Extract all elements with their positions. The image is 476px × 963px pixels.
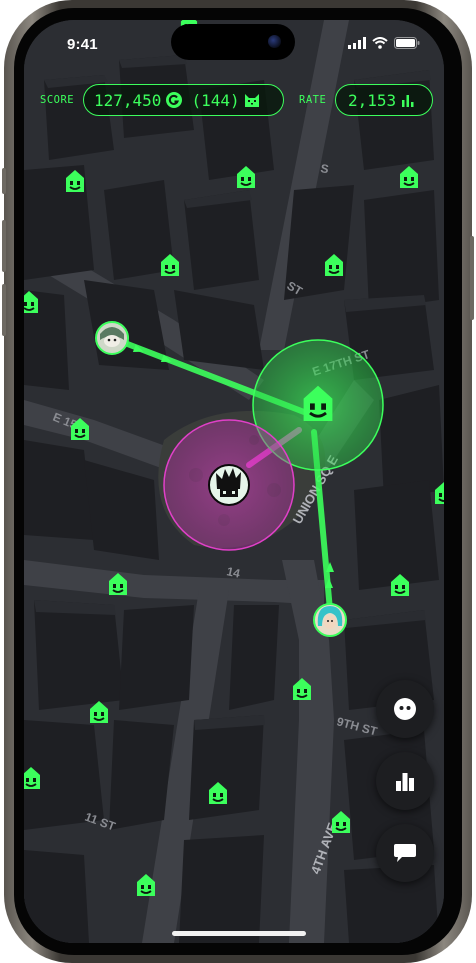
score-label: SCORE [40,94,75,106]
battery-icon [394,37,420,49]
game-screen: E 17TH ST ST E 15 UNION SQ E 14 4TH AVE … [24,20,444,943]
volume-up-button [2,220,6,272]
player-avatar-hooded[interactable] [95,321,129,355]
volume-down-button [2,284,6,336]
dynamic-island [171,24,295,60]
rate-pill[interactable]: 2,153 [335,84,433,116]
chat-bubble-icon [394,844,416,862]
camera-icon [268,35,281,48]
smiley-face-icon [394,698,416,720]
cat-count: (144) [191,90,240,110]
city-map[interactable]: E 17TH ST ST E 15 UNION SQ E 14 4TH AVE … [24,20,444,943]
status-time: 9:41 [67,36,98,53]
home-indicator[interactable] [172,931,306,936]
score-value: 127,450 [94,90,162,110]
cat-face-icon [244,94,259,107]
rate-value: 2,153 [348,90,397,110]
magenta-zone-spiky-creature[interactable] [208,464,250,506]
power-button [470,236,474,320]
score-pill[interactable]: 127,450 (144) [83,84,284,116]
leaderboard-button[interactable] [376,752,434,810]
bar-chart-icon [402,95,414,107]
chat-button[interactable] [376,824,434,882]
coin-g-icon [166,92,183,108]
status-icons [348,37,420,49]
wifi-icon [372,37,388,49]
rate-label: RATE [299,94,327,106]
cellular-signal-icon [348,37,366,49]
profile-button[interactable] [376,680,434,738]
player-avatar-teal-hair[interactable] [313,603,347,637]
leaderboard-icon [396,773,414,791]
mute-switch [2,168,6,194]
